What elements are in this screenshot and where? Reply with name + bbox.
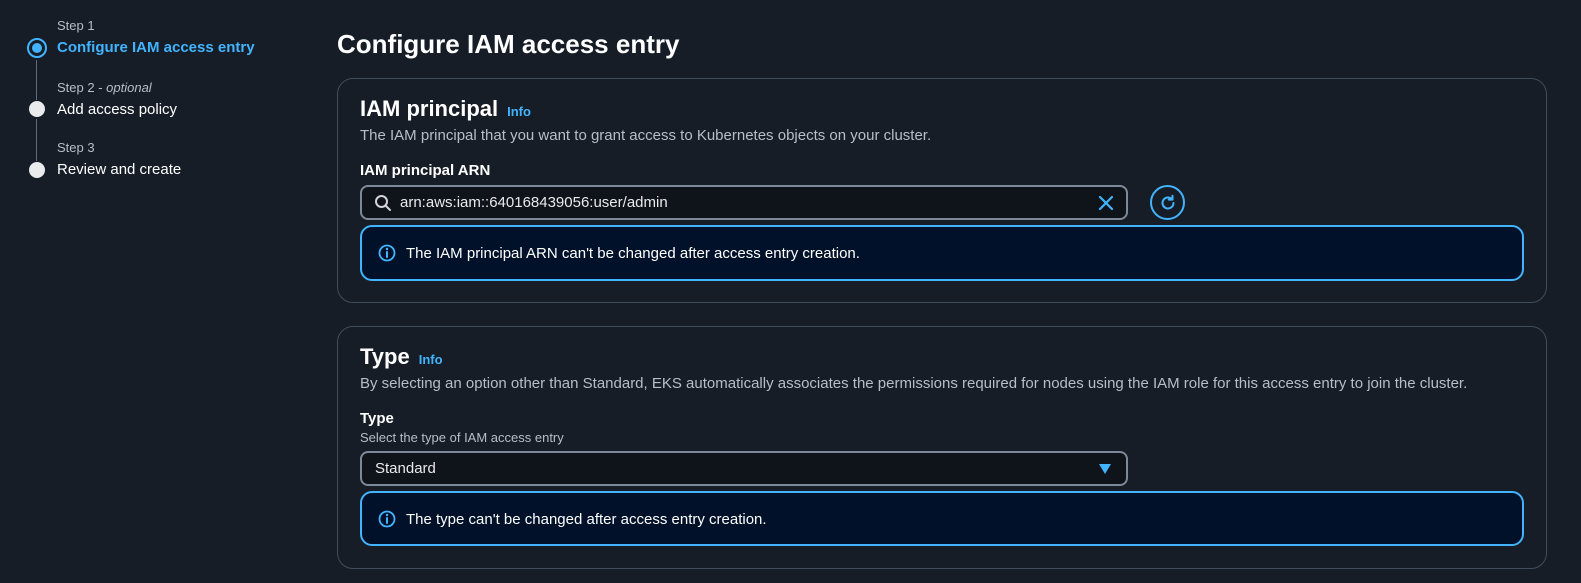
step-1[interactable]: Step 1 Configure IAM access entry <box>57 18 255 58</box>
iam-principal-info-alert: The IAM principal ARN can't be changed a… <box>360 225 1524 281</box>
iam-principal-alert-text: The IAM principal ARN can't be changed a… <box>406 245 860 262</box>
step-1-indicator <box>27 38 47 58</box>
type-heading: Type <box>360 344 410 369</box>
iam-principal-header: IAM principal Info <box>360 96 531 122</box>
step-2[interactable]: Step 2 - optional Add access policy <box>57 80 177 120</box>
step-1-number: Step 1 <box>57 18 95 33</box>
iam-principal-panel: IAM principal Info The IAM principal tha… <box>337 78 1547 303</box>
type-header: Type Info <box>360 344 443 370</box>
iam-principal-arn-input[interactable] <box>400 187 1080 218</box>
step-connector <box>36 119 37 161</box>
step-2-separator: - <box>94 80 107 95</box>
wizard-steps: Step 1 Configure IAM access entry Step 2… <box>0 0 320 583</box>
step-2-number: Step 2 - optional <box>57 80 177 96</box>
type-select-value: Standard <box>375 460 436 477</box>
step-2-indicator <box>29 101 45 117</box>
iam-principal-description: The IAM principal that you want to grant… <box>360 127 932 144</box>
iam-principal-heading: IAM principal <box>360 96 499 121</box>
type-field-label: Type <box>360 410 394 427</box>
step-3-indicator <box>29 162 45 178</box>
close-icon[interactable] <box>1096 193 1116 213</box>
type-select[interactable]: Standard <box>360 451 1128 486</box>
step-1-title[interactable]: Configure IAM access entry <box>57 38 255 58</box>
refresh-icon <box>1161 194 1174 209</box>
step-connector <box>36 60 37 100</box>
refresh-button[interactable] <box>1150 185 1185 220</box>
step-3[interactable]: Step 3 Review and create <box>57 140 181 180</box>
step-2-optional: optional <box>106 80 152 95</box>
search-icon <box>375 195 391 211</box>
step-3-number: Step 3 <box>57 140 95 155</box>
step-3-title[interactable]: Review and create <box>57 160 181 180</box>
info-icon <box>378 244 396 262</box>
type-field-description: Select the type of IAM access entry <box>360 430 564 445</box>
iam-principal-arn-field[interactable] <box>360 185 1128 220</box>
type-description: By selecting an option other than Standa… <box>360 375 1468 392</box>
type-info-alert: The type can't be changed after access e… <box>360 491 1524 546</box>
type-info-link[interactable]: Info <box>419 352 443 367</box>
type-alert-text: The type can't be changed after access e… <box>406 511 767 528</box>
iam-principal-info-link[interactable]: Info <box>507 104 531 119</box>
info-icon <box>378 510 396 528</box>
step-2-number-text: Step 2 <box>57 80 95 95</box>
step-2-title[interactable]: Add access policy <box>57 100 177 120</box>
caret-down-icon <box>1099 464 1111 474</box>
iam-principal-arn-label: IAM principal ARN <box>360 162 491 179</box>
type-panel: Type Info By selecting an option other t… <box>337 326 1547 569</box>
page-title: Configure IAM access entry <box>337 29 680 59</box>
